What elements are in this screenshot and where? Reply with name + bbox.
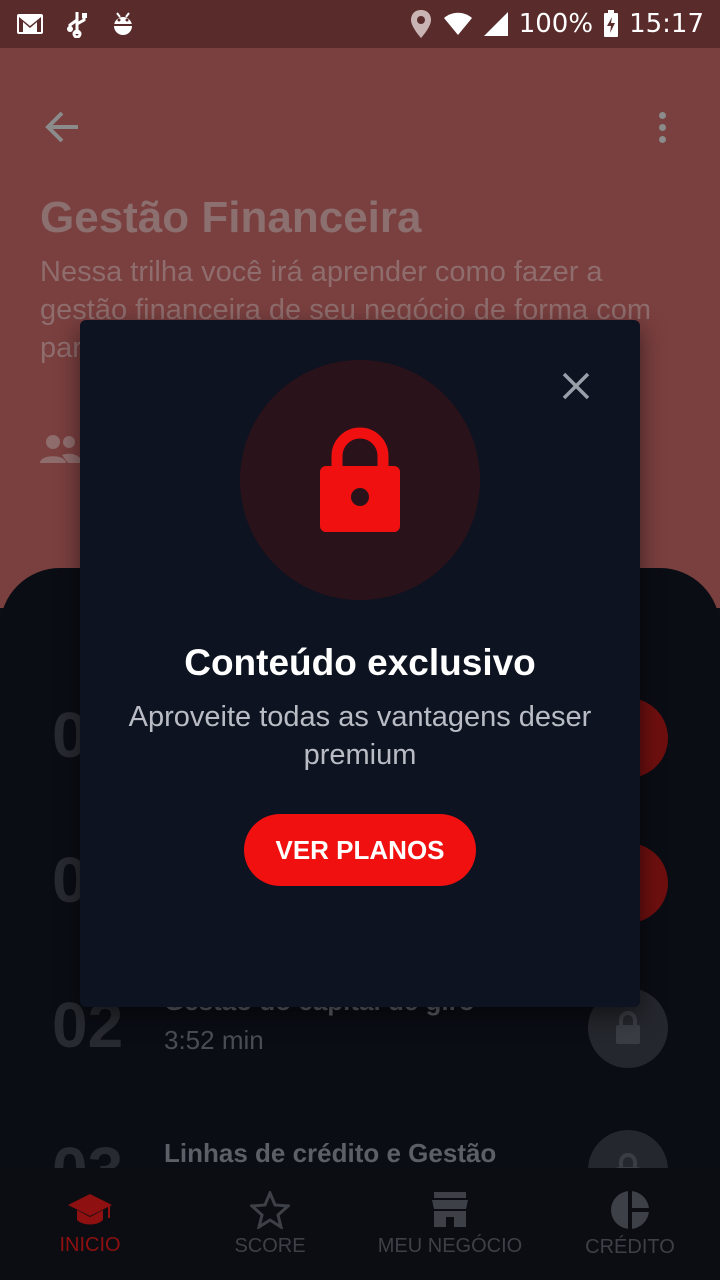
more-dot (658, 135, 666, 143)
status-bar: 100% 15:17 (0, 0, 720, 48)
nav-label: MEU NEGÓCIO (377, 1234, 523, 1257)
nav-item-credito[interactable]: CRÉDITO (540, 1168, 720, 1280)
nav-label: SCORE (234, 1234, 306, 1257)
locked-button[interactable] (588, 1130, 668, 1168)
wifi-icon (443, 12, 472, 35)
nav-label: CRÉDITO (585, 1235, 675, 1258)
star-icon (250, 1190, 290, 1229)
close-button[interactable] (558, 368, 594, 404)
nav-label: INICIO (59, 1233, 121, 1256)
lock-icon (616, 1153, 640, 1168)
list-item[interactable]: 03 Linhas de crédito e Gestão (0, 1103, 720, 1168)
android-debug-icon (114, 12, 132, 35)
store-icon (432, 1191, 468, 1227)
gmail-icon (17, 14, 43, 34)
page-title: Gestão Financeira (40, 193, 422, 242)
location-icon (410, 10, 431, 38)
people-icon (40, 433, 82, 470)
premium-modal: Conteúdo exclusivo Aproveite todas as va… (80, 320, 640, 1007)
arrow-left-icon (45, 111, 78, 143)
bottom-navigation: INICIO SCORE MEU NEGÓCIO CRÉDITO (0, 1168, 720, 1280)
close-icon (562, 372, 590, 400)
more-dot (658, 123, 666, 131)
battery-charging-icon (604, 10, 619, 37)
modal-title: Conteúdo exclusivo (184, 642, 536, 683)
more-dot (658, 111, 666, 119)
graduation-cap-icon (68, 1193, 112, 1224)
pie-chart-icon (611, 1190, 649, 1229)
usb-icon (67, 12, 87, 38)
signal-icon (483, 12, 508, 36)
modal-subtitle: Aproveite todas as vantagens deser premi… (128, 701, 592, 771)
lock-icon (320, 427, 400, 532)
lesson-duration: 3:52 min (164, 1025, 264, 1055)
more-options-button[interactable] (652, 103, 672, 151)
nav-item-score[interactable]: SCORE (180, 1168, 360, 1280)
lesson-title: Linhas de crédito e Gestão (164, 1138, 497, 1168)
battery-percent: 100% (518, 9, 594, 39)
nav-item-inicio[interactable]: INICIO (0, 1168, 180, 1280)
see-plans-button[interactable]: VER PLANOS (244, 814, 476, 886)
lesson-number: 03 (52, 1133, 123, 1168)
clock: 15:17 (629, 9, 704, 39)
lock-icon (616, 1011, 640, 1044)
nav-item-meu-negocio[interactable]: MEU NEGÓCIO (360, 1168, 540, 1280)
back-button[interactable] (40, 103, 88, 151)
lock-badge (240, 360, 480, 600)
